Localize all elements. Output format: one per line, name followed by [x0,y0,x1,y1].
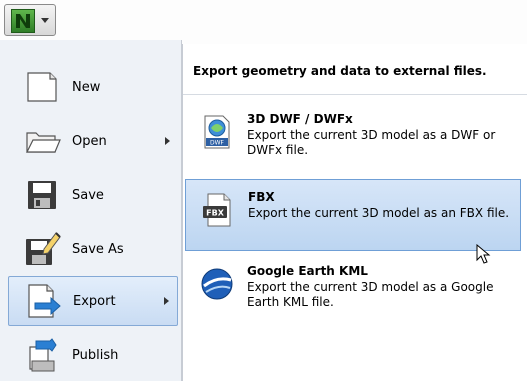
panel-title: Export geometry and data to external fil… [193,64,487,78]
menu-item-save-as[interactable]: Save As [8,224,178,274]
menu-item-label: New [72,79,101,95]
menu-item-label: Save As [72,241,124,257]
open-folder-icon [22,121,62,161]
application-menu-button[interactable] [4,4,56,36]
export-option-kml[interactable]: Google Earth KML Export the current 3D m… [185,254,521,326]
menu-item-label: Publish [72,347,119,363]
submenu-arrow-icon [164,297,169,305]
svg-text:FBX: FBX [206,209,225,218]
google-earth-icon [199,266,235,302]
option-title: 3D DWF / DWFx [247,112,353,126]
submenu-arrow-icon [165,137,170,145]
menu-item-open[interactable]: Open [8,116,178,166]
publish-icon [22,335,62,375]
menu-item-label: Save [72,187,104,203]
new-document-icon [22,67,62,107]
option-title: Google Earth KML [247,264,368,278]
menu-item-new[interactable]: New [8,62,178,112]
chevron-down-icon [41,18,49,23]
export-option-dwf[interactable]: DWF 3D DWF / DWFx Export the current 3D … [185,102,521,174]
export-icon [23,281,63,321]
dwf-file-icon: DWF [199,114,235,150]
export-option-fbx[interactable]: FBX FBX Export the current 3D model as a… [185,179,521,251]
app-logo-icon [11,9,35,33]
menu-item-export[interactable]: Export [8,276,178,326]
menu-item-label: Export [73,293,116,309]
svg-text:DWF: DWF [210,140,225,147]
save-disk-icon [22,175,62,215]
save-as-icon [22,229,62,269]
fbx-file-icon: FBX [200,192,236,228]
divider [183,94,527,95]
mouse-cursor-icon [476,243,494,266]
menu-item-publish[interactable]: Publish [8,330,178,380]
option-title: FBX [248,190,275,204]
application-menu: New Open Save Save As Export Publish [0,40,182,381]
menu-item-label: Open [72,133,107,149]
menu-item-save[interactable]: Save [8,170,178,220]
option-description: Export the current 3D model as an FBX fi… [248,206,510,220]
option-description: Export the current 3D model as a DWF or … [247,128,496,157]
option-description: Export the current 3D model as a Google … [247,280,494,309]
export-submenu-panel: Export geometry and data to external fil… [182,44,527,381]
